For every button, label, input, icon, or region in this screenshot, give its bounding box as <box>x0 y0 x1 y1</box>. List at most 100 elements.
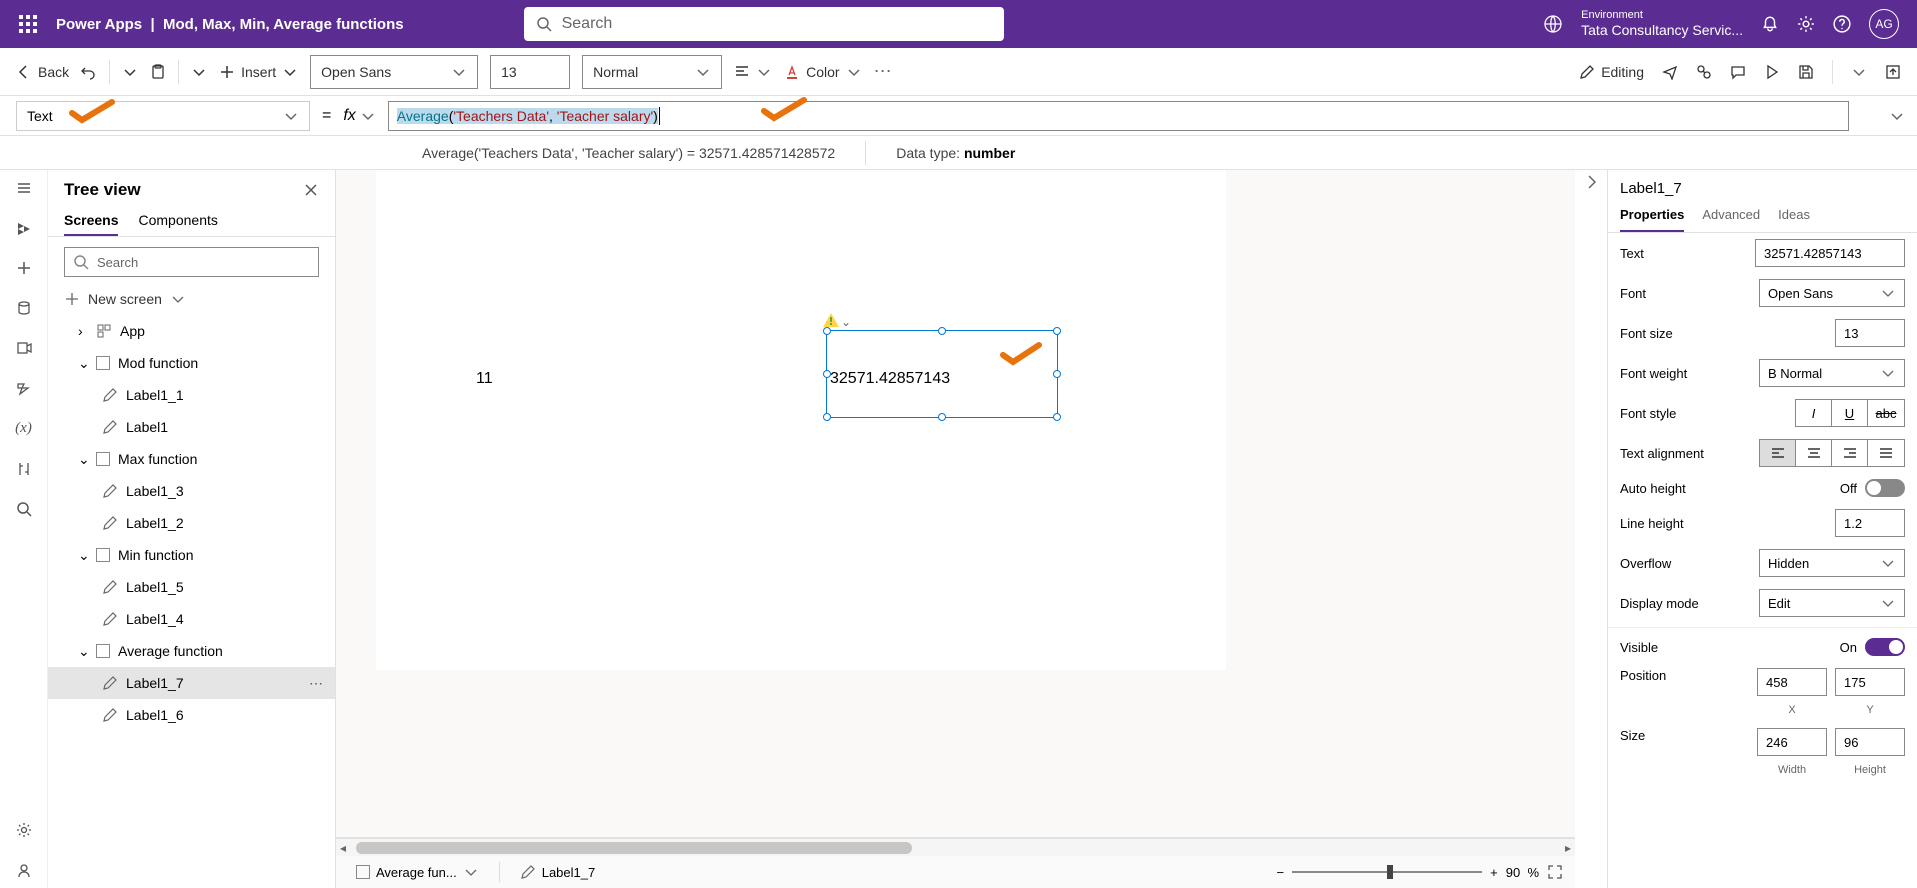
tree-item[interactable]: Label1_2 <box>48 507 335 539</box>
tree-item-selected[interactable]: Label1_7⋯ <box>48 667 335 699</box>
tree-item[interactable]: Label1_5 <box>48 571 335 603</box>
search-icon[interactable] <box>16 501 32 517</box>
tree-group-mod[interactable]: ⌄Mod function <box>48 347 335 379</box>
insert-button[interactable]: Insert <box>219 64 298 80</box>
color-button[interactable]: Color <box>784 64 861 80</box>
share-icon[interactable] <box>1662 64 1678 80</box>
virtual-agent-icon[interactable] <box>16 862 32 878</box>
italic-button[interactable]: I <box>1796 400 1832 426</box>
footer-selected-chip[interactable]: Label1_7 <box>512 862 604 882</box>
save-icon[interactable] <box>1798 64 1814 80</box>
tree-item[interactable]: Label1_6 <box>48 699 335 731</box>
tab-screens[interactable]: Screens <box>64 212 118 236</box>
underline-button[interactable]: U <box>1832 400 1868 426</box>
formula-input[interactable]: Average('Teachers Data', 'Teacher salary… <box>388 101 1849 131</box>
tree-item[interactable]: Label1_4 <box>48 603 335 635</box>
comments-icon[interactable] <box>1730 64 1746 80</box>
tree-view-icon[interactable] <box>16 220 32 236</box>
align-button[interactable] <box>734 64 772 80</box>
property-select[interactable]: Text <box>16 101 310 131</box>
prop-fontstyle-segmented[interactable]: I U abc <box>1795 399 1905 427</box>
tree-app-node[interactable]: › App <box>48 315 335 347</box>
font-size-input[interactable]: 13 <box>490 55 570 89</box>
font-family-select[interactable]: Open Sans <box>310 55 478 89</box>
back-button[interactable]: Back <box>16 64 69 80</box>
strike-button[interactable]: abc <box>1868 400 1904 426</box>
zoom-slider-track[interactable] <box>1292 871 1482 873</box>
tree-group-max[interactable]: ⌄Max function <box>48 443 335 475</box>
canvas-hscrollbar[interactable]: ◂ ▸ <box>336 838 1575 856</box>
tree-group-average[interactable]: ⌄Average function <box>48 635 335 667</box>
chevron-down-icon <box>122 64 138 80</box>
zoom-in-button[interactable]: + <box>1490 865 1498 880</box>
size-w-input[interactable]: 246 <box>1757 728 1827 756</box>
prop-overflow-select[interactable]: Hidden <box>1759 549 1905 577</box>
formula-expand-icon[interactable] <box>1889 108 1905 124</box>
align-left-button[interactable] <box>1760 440 1796 466</box>
variables-icon[interactable]: (x) <box>15 420 32 437</box>
item-more-icon[interactable]: ⋯ <box>309 675 323 692</box>
global-search[interactable]: Search <box>524 7 1004 41</box>
align-right-button[interactable] <box>1832 440 1868 466</box>
align-justify-button[interactable] <box>1868 440 1904 466</box>
undo-button[interactable] <box>81 64 97 80</box>
position-x-input[interactable]: 458 <box>1757 668 1827 696</box>
close-icon[interactable] <box>303 182 319 198</box>
advanced-tools-icon[interactable] <box>16 461 32 477</box>
prop-align-segmented[interactable] <box>1759 439 1905 467</box>
forward-arrow-icon[interactable] <box>1583 174 1599 190</box>
chevron-down-icon[interactable]: ⌄ <box>841 315 851 329</box>
publish-icon[interactable] <box>1885 64 1901 80</box>
prop-displaymode-select[interactable]: Edit <box>1759 589 1905 617</box>
size-h-input[interactable]: 96 <box>1835 728 1905 756</box>
media-icon[interactable] <box>16 340 32 356</box>
tree-item[interactable]: Label1_1 <box>48 379 335 411</box>
tab-advanced[interactable]: Advanced <box>1702 203 1760 232</box>
canvas[interactable]: 11 ⌄ 32571.42857143 <box>336 170 1575 838</box>
settings-icon[interactable] <box>16 822 32 838</box>
position-y-input[interactable]: 175 <box>1835 668 1905 696</box>
prop-text-input[interactable]: 32571.42857143 <box>1755 239 1905 267</box>
prop-fontsize-input[interactable]: 13 <box>1835 319 1905 347</box>
settings-icon[interactable] <box>1797 15 1815 33</box>
canvas-label-11[interactable]: 11 <box>476 370 493 388</box>
font-weight-select[interactable]: Normal <box>582 55 722 89</box>
insert-pane-icon[interactable] <box>16 260 32 276</box>
visible-toggle[interactable] <box>1865 638 1905 656</box>
tab-components[interactable]: Components <box>138 212 217 236</box>
data-icon[interactable] <box>16 300 32 316</box>
hamburger-icon[interactable] <box>16 180 32 196</box>
help-icon[interactable] <box>1833 15 1851 33</box>
user-avatar[interactable]: AG <box>1869 9 1899 39</box>
tab-properties[interactable]: Properties <box>1620 203 1684 232</box>
tab-ideas[interactable]: Ideas <box>1778 203 1810 232</box>
tree-group-min[interactable]: ⌄Min function <box>48 539 335 571</box>
autoheight-toggle[interactable] <box>1865 479 1905 497</box>
app-checker-icon[interactable] <box>1696 64 1712 80</box>
undo-more[interactable] <box>122 64 138 80</box>
tree-search-input[interactable]: Search <box>64 247 319 277</box>
paste-button[interactable] <box>150 64 166 80</box>
prop-font-select[interactable]: Open Sans <box>1759 279 1905 307</box>
more-commands[interactable]: ⋯ <box>874 61 892 82</box>
zoom-out-button[interactable]: − <box>1277 865 1285 880</box>
footer-screen-chip[interactable]: Average fun... <box>348 862 487 882</box>
warning-icon[interactable] <box>823 313 839 327</box>
notifications-icon[interactable] <box>1761 15 1779 33</box>
app-launcher-icon[interactable] <box>8 15 48 33</box>
prop-lineheight-input[interactable]: 1.2 <box>1835 509 1905 537</box>
power-automate-icon[interactable] <box>16 380 32 396</box>
new-screen-button[interactable]: New screen <box>48 287 335 315</box>
fit-to-screen-icon[interactable] <box>1547 864 1563 880</box>
align-center-button[interactable] <box>1796 440 1832 466</box>
prop-fontweight-select[interactable]: B Normal <box>1759 359 1905 387</box>
canvas-label-selected[interactable]: 32571.42857143 <box>830 370 950 388</box>
tree-item[interactable]: Label1 <box>48 411 335 443</box>
chevron-down-icon[interactable] <box>1851 64 1867 80</box>
fx-dropdown[interactable]: fx <box>343 107 375 125</box>
editing-mode-button[interactable]: Editing <box>1579 64 1644 80</box>
tree-item[interactable]: Label1_3 <box>48 475 335 507</box>
paste-more[interactable] <box>191 64 207 80</box>
environment-display[interactable]: Environment Tata Consultancy Servic... <box>1581 9 1743 39</box>
preview-icon[interactable] <box>1764 64 1780 80</box>
